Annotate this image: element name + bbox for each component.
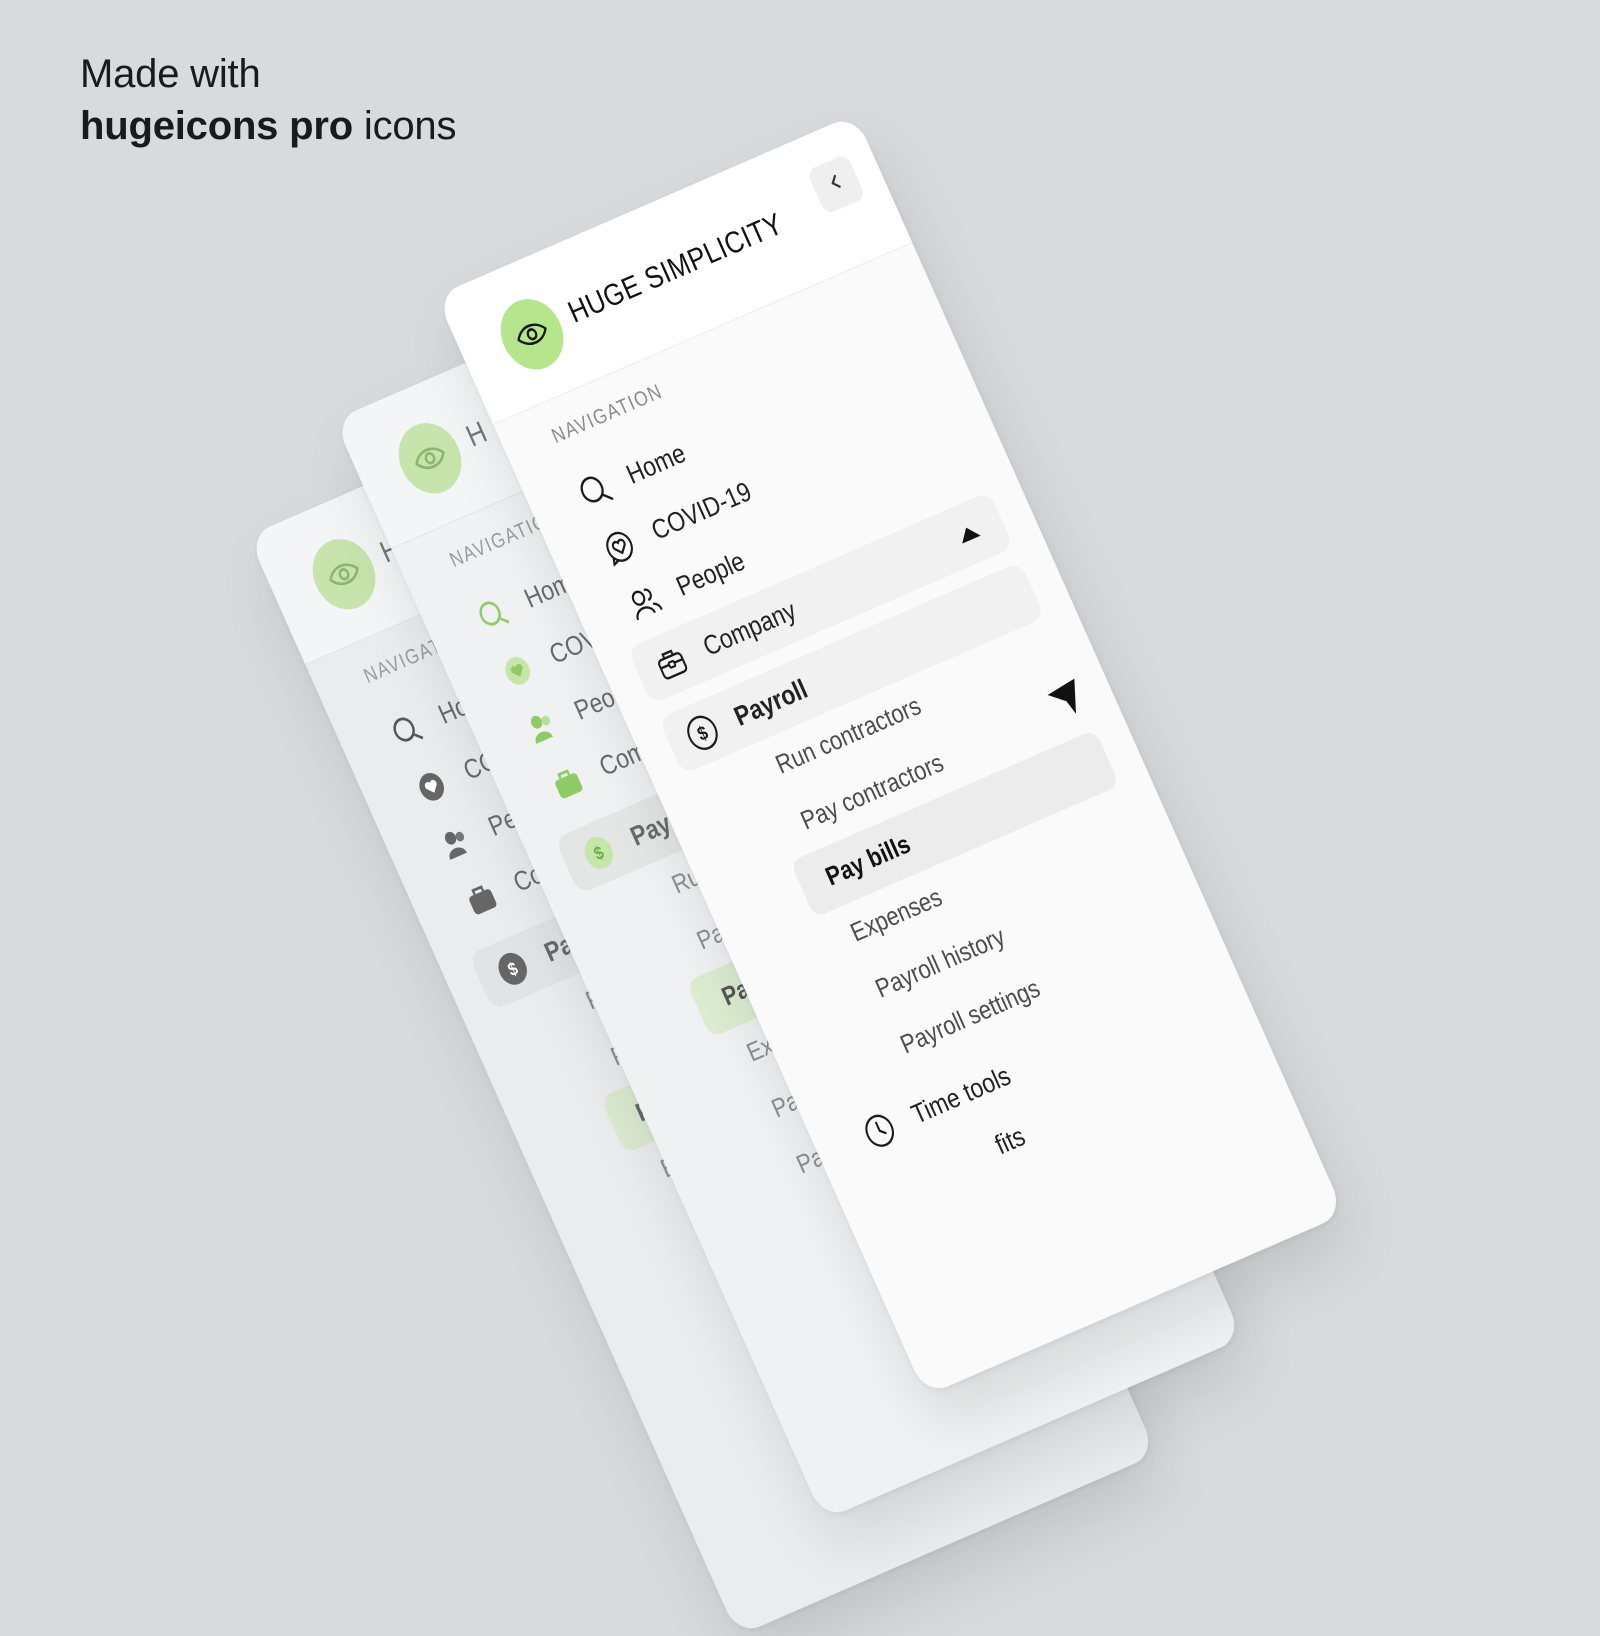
nav-item-label: Payroll	[729, 673, 812, 732]
nav-item-label: People	[671, 545, 750, 602]
heart-chat-icon	[597, 522, 643, 571]
heart-chat-icon	[495, 646, 541, 695]
svg-text:$: $	[694, 722, 711, 745]
briefcase-icon	[648, 638, 694, 687]
briefcase-icon	[544, 758, 590, 807]
headline-line-1: Made with	[80, 52, 261, 96]
eye-icon	[387, 413, 473, 504]
caret-up-icon[interactable]	[956, 523, 981, 544]
eye-icon	[301, 529, 387, 620]
briefcase-icon	[458, 874, 504, 923]
brand-name: HUGE SIMPLICITY	[562, 206, 788, 330]
heart-chat-icon	[409, 762, 455, 811]
dollar-circle-icon: $	[490, 944, 536, 993]
dollar-circle-icon: $	[679, 708, 725, 757]
users-icon	[621, 578, 667, 627]
brand-name-mid: H	[460, 414, 493, 454]
search-icon	[384, 706, 430, 755]
search-icon	[572, 466, 618, 515]
clock-icon	[857, 1106, 903, 1155]
users-icon	[519, 702, 565, 751]
headline-line-2: hugeicons pro icons	[80, 100, 456, 152]
dollar-circle-icon: $	[576, 828, 622, 877]
users-icon	[433, 818, 479, 867]
collapse-sidebar-button[interactable]	[806, 153, 867, 215]
chevron-left-icon	[826, 171, 847, 197]
headline-bold: hugeicons pro	[80, 104, 353, 148]
headline: Made with hugeicons pro icons	[80, 48, 456, 152]
nav-item-label: Home	[621, 437, 691, 490]
search-icon	[470, 590, 516, 639]
headline-rest: icons	[363, 104, 457, 148]
eye-icon[interactable]	[489, 289, 575, 380]
